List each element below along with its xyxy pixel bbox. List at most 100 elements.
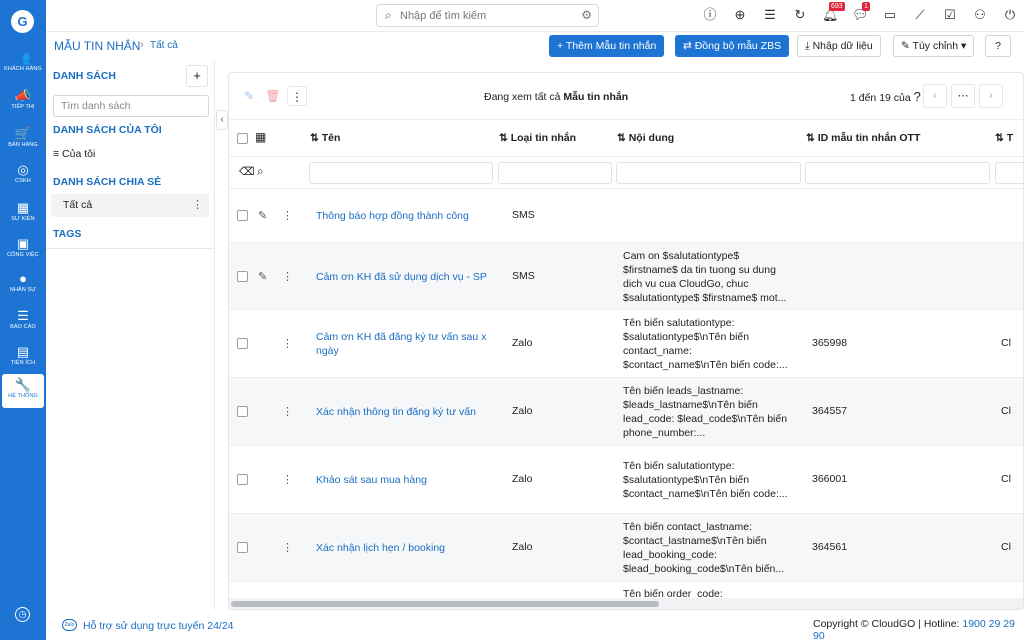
users-icon: 👥 <box>14 50 32 65</box>
settings-icon[interactable]: ⚙ <box>581 8 592 22</box>
column-header-type[interactable]: ⇅ Loại tin nhắn <box>499 132 576 144</box>
row-checkbox[interactable] <box>237 210 248 221</box>
pencil-icon[interactable]: ✎ <box>258 270 267 283</box>
more-vertical-icon[interactable]: ⋮ <box>282 405 293 418</box>
collapse-panel-button[interactable]: ‹ <box>216 110 228 130</box>
power-icon[interactable]: ⏻ <box>1002 7 1018 23</box>
row-checkbox[interactable] <box>237 406 248 417</box>
column-header-ott-id[interactable]: ⇅ ID mẫu tin nhắn OTT <box>806 132 920 144</box>
message-content: Cam on $salutationtype$ $firstname$ da t… <box>623 250 787 304</box>
sidebar-item-0[interactable]: 👥 KHÁCH HÀNG <box>2 47 44 81</box>
record-name-link[interactable]: Khảo sát sau mua hàng <box>316 473 496 487</box>
row-checkbox[interactable] <box>237 474 248 485</box>
divider <box>46 248 215 249</box>
horizontal-scrollbar[interactable] <box>229 598 1023 609</box>
filter-ott-id-input[interactable] <box>805 162 990 184</box>
sync-zbs-button[interactable]: ⇄ Đồng bộ mẫu ZBS <box>675 35 790 57</box>
chevron-right-icon: › <box>989 90 993 102</box>
record-name-link[interactable]: Xác nhận lịch hẹn / booking <box>316 541 496 555</box>
more-vertical-icon[interactable]: ⋮ <box>282 209 293 222</box>
refresh-icon[interactable]: ↻ <box>792 7 808 23</box>
row-checkbox[interactable] <box>237 542 248 553</box>
table-row[interactable]: ⋮ Xác nhận thông tin đăng ký tư vấn Zalo Tê… <box>229 378 1023 446</box>
help-circle-icon[interactable]: ⓘ <box>702 7 718 23</box>
record-name-link[interactable]: Cảm ơn KH đã sử dụng dịch vụ - SP <box>316 270 496 284</box>
chevron-right-icon: › <box>140 39 144 51</box>
chart-icon[interactable]: ⟋ <box>912 7 928 23</box>
list-icon[interactable]: ☰ <box>762 7 778 23</box>
add-list-button[interactable]: + <box>186 65 208 87</box>
table-row[interactable]: ⋮ Khảo sát sau mua hàng Zalo Tên biến salut… <box>229 446 1023 514</box>
prev-page-button[interactable]: ‹ <box>923 84 947 108</box>
cart-icon: 🛒 <box>14 126 32 141</box>
more-actions-button[interactable]: ⋮ <box>287 86 307 106</box>
trash-icon[interactable]: 🗑︎ <box>263 86 283 106</box>
filter-content-input[interactable] <box>616 162 801 184</box>
user-icon[interactable]: ⚇ <box>972 7 988 23</box>
customize-button[interactable]: ✎ Tùy chỉnh ▾ <box>893 35 975 57</box>
sidebar-item-3[interactable]: ◎ CSKH <box>2 159 44 193</box>
list-item-all[interactable]: Tất cả ⋮ <box>51 194 209 217</box>
table-settings-icon[interactable]: ▦ <box>255 130 266 144</box>
column-header-content[interactable]: ⇅ Nội dung <box>617 132 674 144</box>
app-logo[interactable]: G <box>11 10 34 33</box>
support-link[interactable]: Hỗ trợ sử dụng trực tuyến 24/24 <box>83 620 234 632</box>
column-header-next[interactable]: ⇅ T <box>995 132 1013 144</box>
sidebar-item-4[interactable]: ▦ SỰ KIỆN <box>2 197 44 231</box>
table-row[interactable]: ✎ ⋮ Cảm ơn KH đã sử dụng dịch vụ - SP SMS Ca… <box>229 243 1023 310</box>
next-page-button[interactable]: › <box>979 84 1003 108</box>
sidebar-item-9[interactable]: 🔧 HỆ THỐNG <box>2 374 44 408</box>
table-toolbar: ✎ 🗑︎ ⋮ Đang xem tất cả Mẫu tin nhắn 1 đế… <box>229 73 1023 120</box>
message-content: Tên biến contact_lastname: $contact_last… <box>623 521 785 575</box>
table-row[interactable]: ✎ ⋮ Thông báo hợp đồng thành công SMS <box>229 189 1023 243</box>
filter-name-input[interactable] <box>309 162 493 184</box>
add-circle-icon[interactable]: ⊕ <box>732 7 748 23</box>
more-vertical-icon[interactable]: ⋮ <box>282 337 293 350</box>
select-all-checkbox[interactable] <box>237 133 248 144</box>
page-menu-button[interactable]: ⋯ <box>951 84 975 108</box>
bell-icon[interactable]: 🔔︎ 693 <box>822 2 845 23</box>
list-item-my[interactable]: ≡ Của tôi <box>53 148 95 160</box>
add-template-button[interactable]: + Thêm Mẫu tin nhắn <box>549 35 665 57</box>
sidebar-item-6[interactable]: ● NHÂN SỰ <box>2 268 44 302</box>
checkbox-icon[interactable]: ☑ <box>942 7 958 23</box>
row-checkbox[interactable] <box>237 271 248 282</box>
more-vertical-icon[interactable]: ⋮ <box>282 270 293 283</box>
sidebar-item-5[interactable]: ▣ CÔNG VIỆC <box>2 233 44 267</box>
table-row[interactable]: ⋮ Xác nhận lịch hẹn / booking Zalo Tên biến… <box>229 514 1023 582</box>
edit-icon[interactable]: ✎ <box>239 86 259 106</box>
more-vertical-icon[interactable]: ⋮ <box>192 198 203 211</box>
sidebar-item-label: CÔNG VIỆC <box>7 252 39 258</box>
search-icon[interactable]: ⌕ <box>257 164 264 179</box>
scrollbar-thumb[interactable] <box>231 601 659 607</box>
filter-type-input[interactable] <box>498 162 612 184</box>
clock-icon[interactable]: ◷ <box>15 607 30 622</box>
more-horizontal-icon: ⋯ <box>957 90 969 102</box>
column-header-name[interactable]: ⇅ Tên <box>310 132 340 144</box>
table-row[interactable]: ⋮ Cảm ơn KH đã đăng ký tư vấn sau x ngày Z… <box>229 310 1023 378</box>
sidebar-item-8[interactable]: ▤ TIỆN ÍCH <box>2 341 44 375</box>
import-data-button[interactable]: ⤓ Nhập dữ liệu <box>797 35 881 57</box>
global-search-input[interactable]: ⌕ Nhập để tìm kiếm ⚙ <box>376 4 599 27</box>
table-header: ▦ ⇅ Tên ⇅ Loại tin nhắn ⇅ Nội dung ⇅ ID … <box>229 120 1023 157</box>
sidebar-item-7[interactable]: ☰ BÁO CÁO <box>2 305 44 339</box>
record-name-link[interactable]: Thông báo hợp đồng thành công <box>316 209 496 223</box>
record-name-link[interactable]: Cảm ơn KH đã đăng ký tư vấn sau x ngày <box>316 330 496 358</box>
message-type: SMS <box>512 209 535 221</box>
more-vertical-icon[interactable]: ⋮ <box>282 541 293 554</box>
more-vertical-icon[interactable]: ⋮ <box>282 473 293 486</box>
sidebar-item-1[interactable]: 📣 TIẾP THỊ <box>2 85 44 119</box>
filter-next-input[interactable] <box>995 162 1023 184</box>
chat-icon[interactable]: 💬︎ 1 <box>852 2 870 23</box>
help-button[interactable]: ? <box>985 35 1011 57</box>
module-header: Mẫu tin nhắn › Tất cả + Thêm Mẫu tin nhắ… <box>46 31 1024 61</box>
list-search-input[interactable]: Tìm danh sách <box>53 95 209 117</box>
calendar-icon[interactable]: ▭ <box>882 7 898 23</box>
message-content: Tên biến salutationtype: $salutationtype… <box>623 317 788 371</box>
sidebar-item-2[interactable]: 🛒 BÁN HÀNG <box>2 123 44 157</box>
record-name-link[interactable]: Xác nhận thông tin đăng ký tư vấn <box>316 405 496 419</box>
row-checkbox[interactable] <box>237 338 248 349</box>
pencil-icon[interactable]: ✎ <box>258 209 267 222</box>
breadcrumb[interactable]: Tất cả <box>150 40 178 51</box>
eraser-icon[interactable]: ⌫ <box>239 165 255 178</box>
